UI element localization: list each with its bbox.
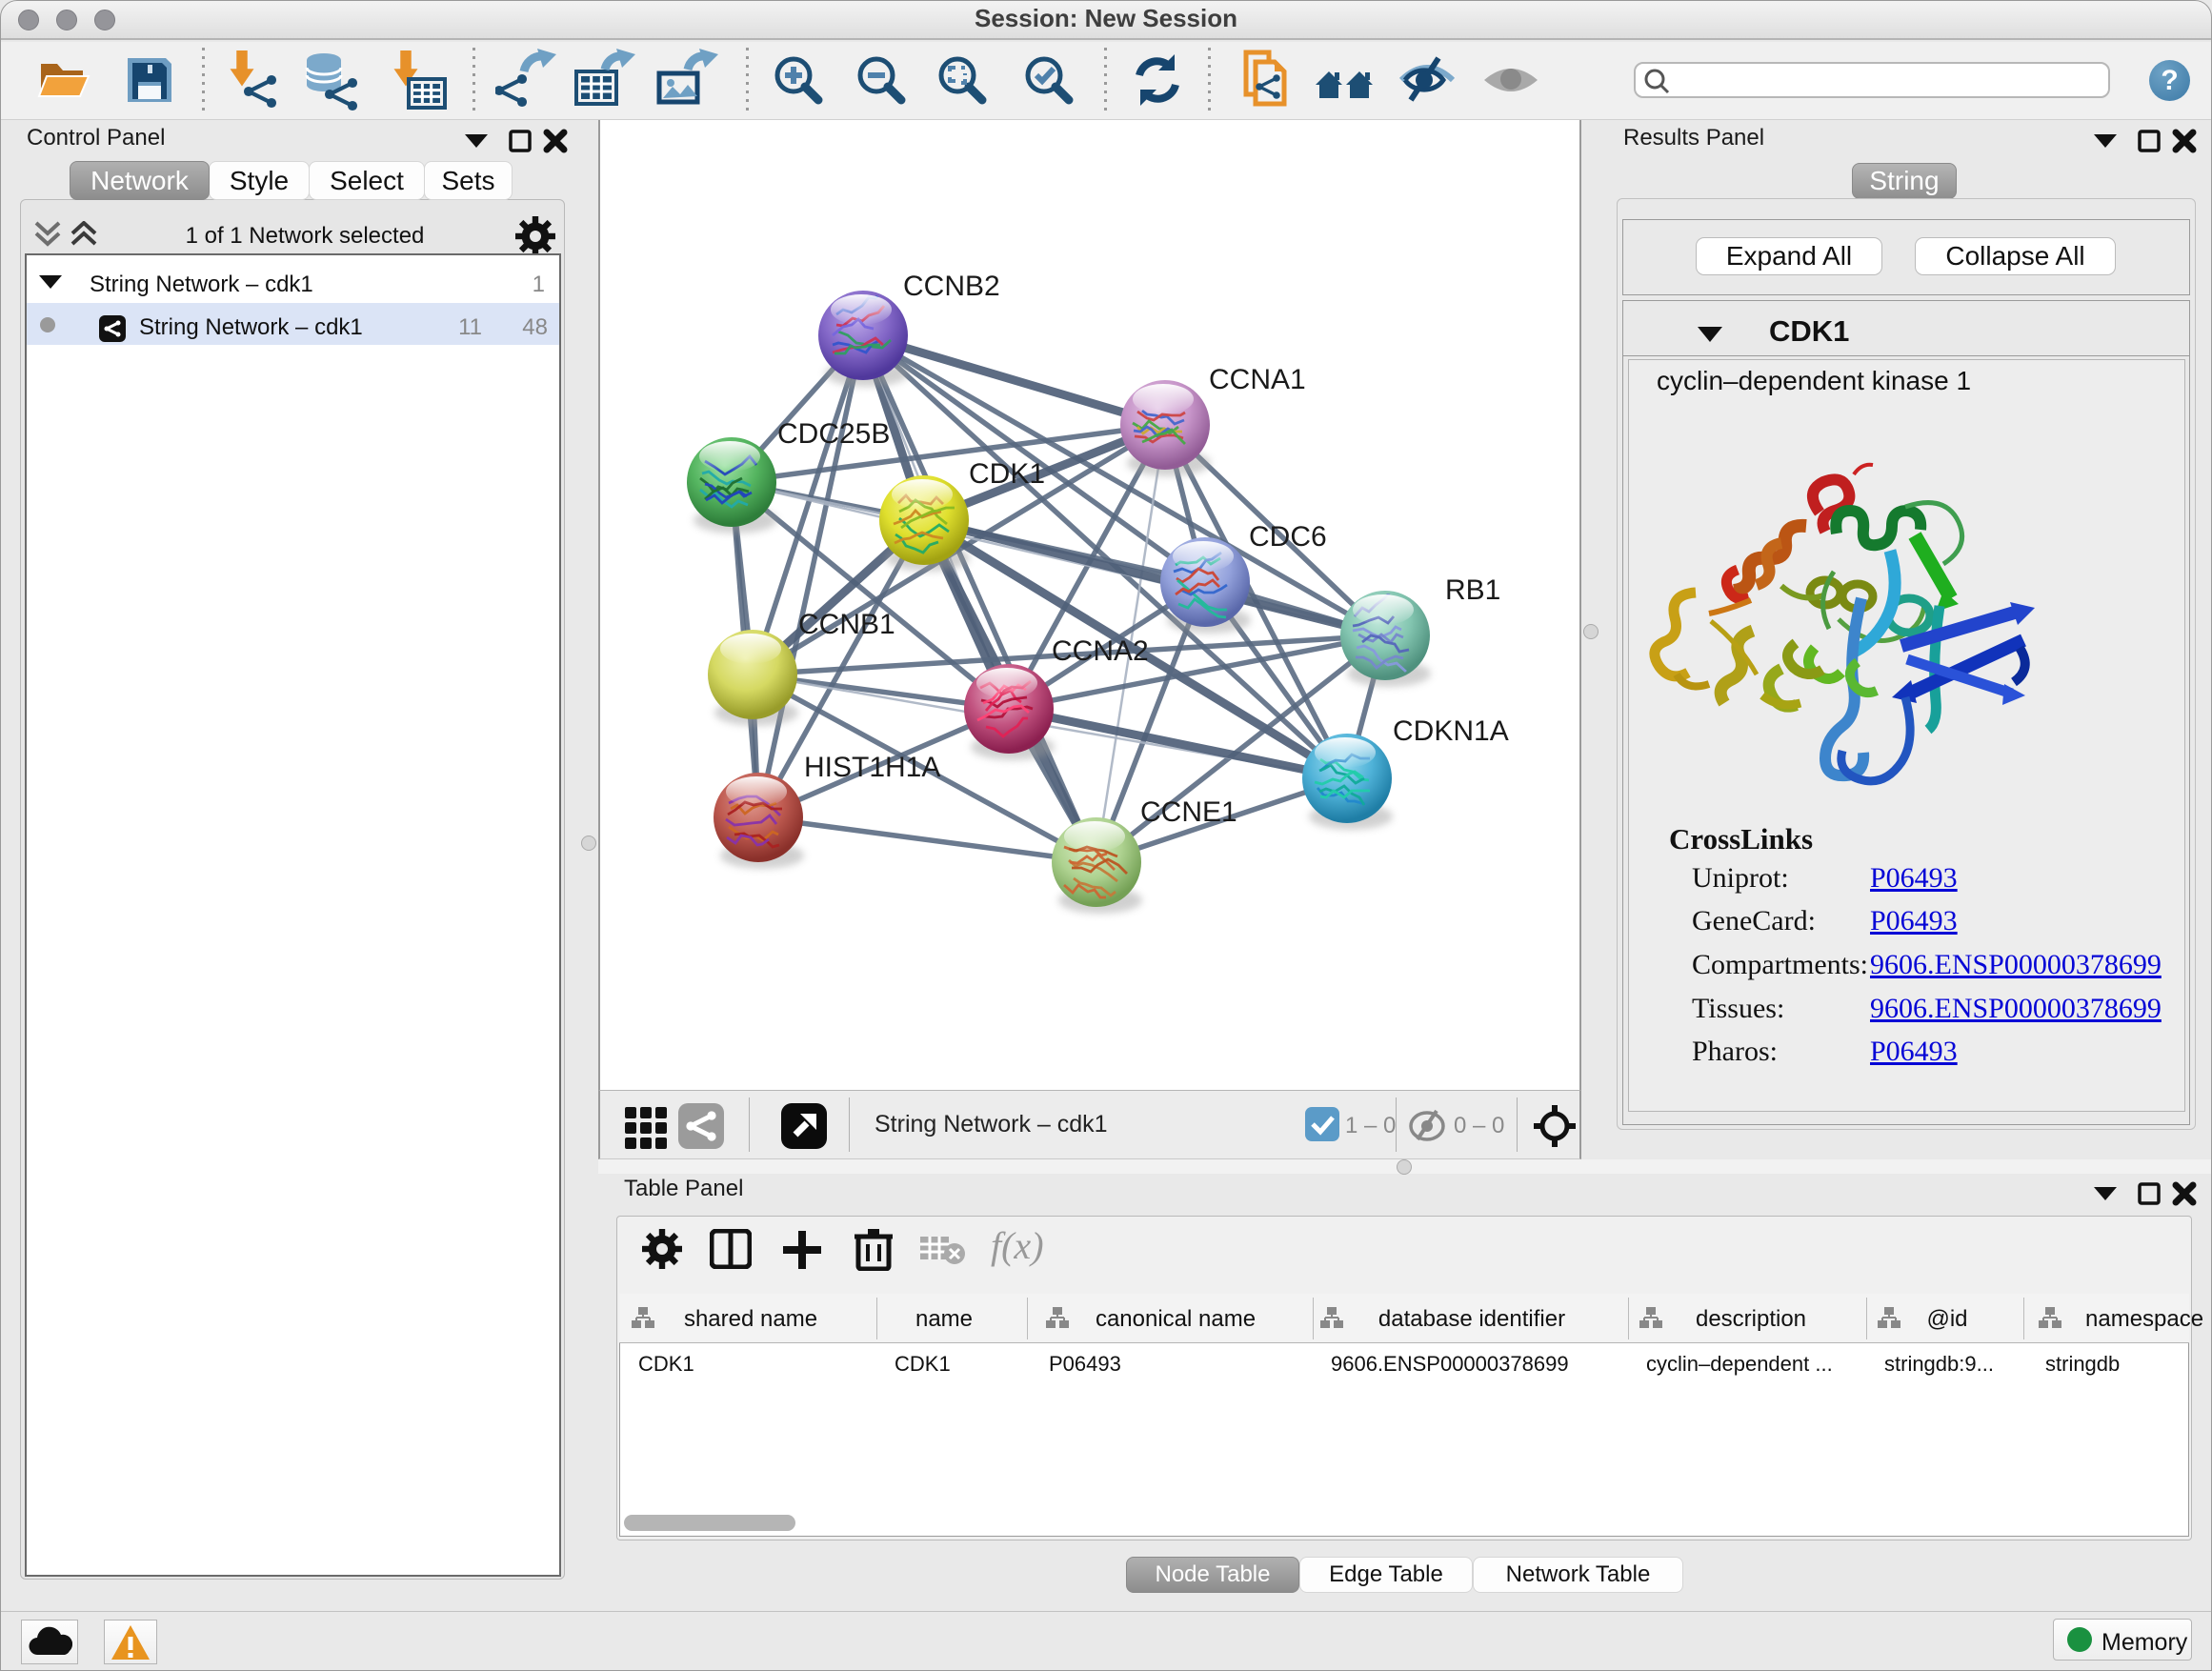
svg-text:HIST1H1A: HIST1H1A (804, 752, 940, 783)
svg-text:CDKN1A: CDKN1A (1393, 715, 1509, 747)
svg-text:RB1: RB1 (1445, 574, 1500, 606)
svg-text:CCNB2: CCNB2 (903, 271, 1000, 302)
svg-text:CDK1: CDK1 (969, 458, 1045, 490)
svg-text:CCNA1: CCNA1 (1209, 364, 1306, 395)
svg-text:CDC6: CDC6 (1249, 521, 1327, 553)
svg-text:CCNE1: CCNE1 (1140, 796, 1237, 828)
svg-text:CDC25B: CDC25B (777, 418, 890, 450)
svg-text:CCNB1: CCNB1 (798, 609, 895, 640)
svg-text:CCNA2: CCNA2 (1052, 635, 1149, 667)
